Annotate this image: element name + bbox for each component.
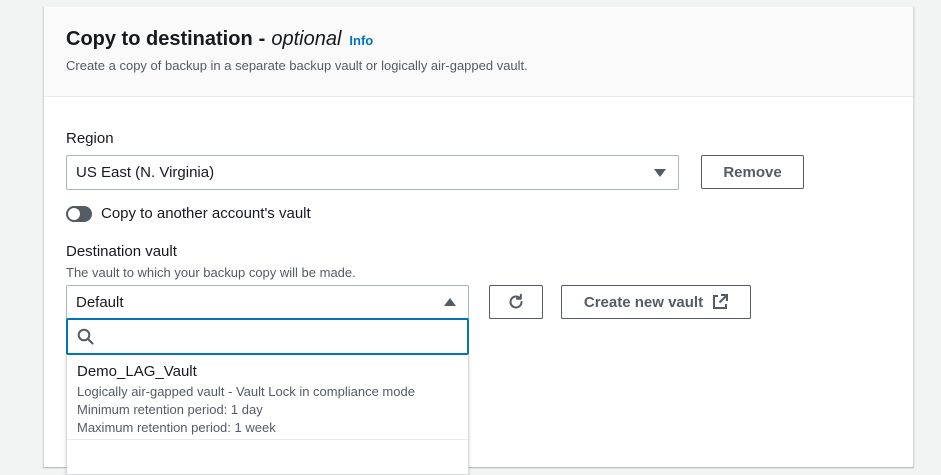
vault-option-min-retention: Minimum retention period: 1 day: [77, 402, 263, 417]
region-label: Region: [66, 130, 114, 147]
caret-up-icon: [444, 298, 456, 306]
create-new-vault-label: Create new vault: [583, 293, 704, 311]
refresh-icon: [509, 293, 523, 309]
destination-vault-selected-value: Default: [76, 293, 124, 311]
vault-option-name: Demo_LAG_Vault: [77, 363, 197, 380]
destination-vault-label: Destination vault: [66, 243, 177, 260]
region-select[interactable]: US East (N. Virginia): [66, 155, 679, 190]
vault-option[interactable]: Demo_LAG_Vault Logically air-gapped vaul…: [67, 355, 468, 440]
info-link[interactable]: Info: [349, 33, 373, 48]
cross-account-toggle[interactable]: [66, 205, 92, 222]
region-selected-value: US East (N. Virginia): [76, 164, 215, 181]
refresh-button[interactable]: [489, 285, 543, 319]
vault-dropdown-list: Demo_LAG_Vault Logically air-gapped vaul…: [66, 355, 469, 475]
title-dash: -: [258, 28, 266, 50]
cross-account-toggle-row: Copy to another account's vault: [66, 205, 311, 222]
search-icon: [77, 328, 94, 345]
title-row: Copy to destination - optional Info: [66, 28, 373, 51]
vault-search-input[interactable]: [66, 318, 469, 355]
title-optional: optional: [271, 28, 342, 50]
panel-header: Copy to destination - optional Info Crea…: [44, 7, 913, 97]
section-subtitle: Create a copy of backup in a separate ba…: [66, 58, 528, 73]
create-new-vault-button[interactable]: Create new vault: [561, 285, 751, 319]
destination-vault-select[interactable]: Default: [66, 285, 469, 319]
toggle-knob: [68, 207, 80, 220]
remove-button[interactable]: Remove: [701, 155, 804, 189]
external-link-icon: [713, 294, 729, 309]
vault-option-type: Logically air-gapped vault - Vault Lock …: [77, 384, 415, 399]
destination-vault-description: The vault to which your backup copy will…: [66, 265, 356, 280]
copy-to-destination-panel: Copy to destination - optional Info Crea…: [43, 7, 914, 475]
section-title: Copy to destination: [66, 28, 253, 50]
caret-down-icon: [654, 168, 666, 177]
cross-account-toggle-label: Copy to another account's vault: [101, 205, 311, 222]
vault-option-max-retention: Maximum retention period: 1 week: [77, 420, 276, 435]
